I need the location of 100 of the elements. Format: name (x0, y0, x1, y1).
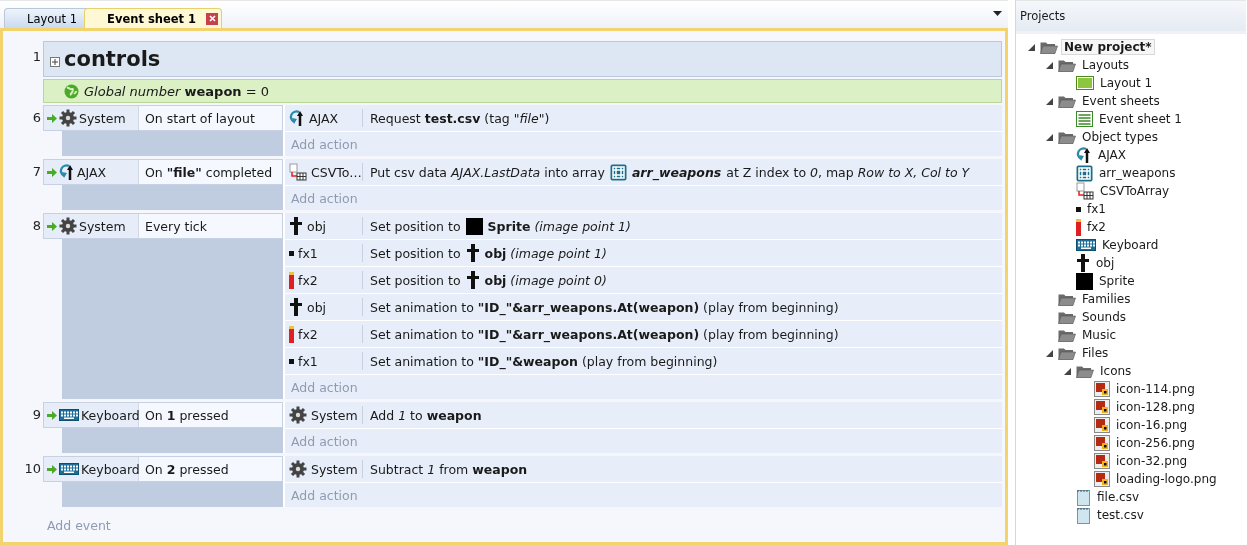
csv-table-icon (1076, 182, 1094, 200)
layout-icon (1076, 76, 1094, 90)
csv-table-icon (289, 163, 307, 181)
tree-item[interactable]: AJAX (1026, 146, 1246, 164)
tree-item[interactable]: Keyboard (1026, 236, 1246, 254)
tree-item[interactable]: Sprite (1026, 272, 1246, 290)
action-row[interactable]: AJAX Request test.csv (tag "file") (285, 105, 1002, 132)
action-row[interactable]: CSVTo… Put csv data AJAX.LastData into array arr_weapons at Z index to 0, map Row to X, Col to Y (285, 159, 1002, 186)
action-text: Subtract 1 from weapon (370, 461, 528, 477)
action-row[interactable]: fx2 Set position to obj (image point 0) (285, 267, 1002, 294)
file-icon (1076, 506, 1091, 524)
tree-item-label: Event sheet 1 (1098, 112, 1183, 126)
tree-item[interactable]: Music (1026, 326, 1246, 344)
tree-item-label: loading-logo.png (1115, 472, 1218, 486)
tree-item[interactable]: arr_weapons (1026, 164, 1246, 182)
expand-triangle-icon[interactable] (1045, 61, 1053, 69)
action-text: Set animation to "ID_"&arr_weapons.At(weapon) (play from beginning) (370, 326, 839, 342)
tree-item[interactable]: icon-114.png (1026, 380, 1246, 398)
tree-item[interactable]: Files (1026, 344, 1246, 362)
condition-row[interactable]: AJAX On "file" completed (43, 159, 283, 185)
circular-arrow-icon (59, 163, 75, 181)
tree-item-label: CSVToArray (1099, 184, 1171, 198)
tree-item-label: icon-256.png (1115, 436, 1196, 450)
action-row[interactable]: fx1 Set position to obj (image point 1) (285, 240, 1002, 267)
keyboard-icon (1076, 239, 1096, 251)
keyboard-icon (59, 463, 79, 475)
folder-icon (1058, 58, 1076, 72)
tree-item[interactable]: fx2 (1026, 218, 1246, 236)
tree-item[interactable]: Object types (1026, 128, 1246, 146)
tree-item[interactable]: icon-256.png (1026, 434, 1246, 452)
tree-item-label: Keyboard (1101, 238, 1160, 252)
action-row[interactable]: fx1 Set animation to "ID_"&weapon (play from beginning) (285, 348, 1002, 375)
action-text: at Z index to 0, map Row to X, Col to Y (726, 164, 970, 180)
tree-item[interactable]: New project* (1026, 38, 1246, 56)
close-icon[interactable] (206, 12, 219, 25)
tree-item[interactable]: icon-128.png (1026, 398, 1246, 416)
tree-item[interactable]: Icons (1026, 362, 1246, 380)
tree-item[interactable]: CSVToArray (1026, 182, 1246, 200)
global-variable-row[interactable]: Global number weapon = 0 (43, 79, 1002, 103)
tree-item[interactable]: Layouts (1026, 56, 1246, 74)
folder-icon (1058, 310, 1076, 324)
condition-row[interactable]: System On start of layout (43, 105, 283, 131)
expand-triangle-icon[interactable] (1027, 43, 1035, 51)
action-row[interactable]: obj Set position to Sprite (image point 1) (285, 213, 1002, 240)
circular-arrow-icon (289, 109, 305, 127)
tree-item[interactable]: Families (1026, 290, 1246, 308)
object-name: System (79, 110, 126, 126)
cross-icon (465, 243, 480, 263)
action-row[interactable]: System Add 1 to weapon (285, 402, 1002, 429)
globe-icon (64, 83, 79, 99)
image-file-icon (1094, 381, 1110, 397)
caret-icon[interactable] (993, 11, 1002, 16)
tree-item[interactable]: Event sheets (1026, 92, 1246, 110)
tab[interactable]: Event sheet 1 (84, 8, 223, 28)
square-icon (1076, 272, 1093, 290)
tree-item[interactable]: file.csv (1026, 488, 1246, 506)
event-number: 6 (31, 109, 42, 127)
tree-item[interactable]: icon-16.png (1026, 416, 1246, 434)
folder-icon (1058, 346, 1076, 360)
tree-item-label: arr_weapons (1098, 166, 1177, 180)
tree-item-label: Icons (1099, 364, 1133, 378)
tree-item[interactable]: Event sheet 1 (1026, 110, 1246, 128)
tree-item-label: Sprite (1098, 274, 1136, 288)
condition-row[interactable]: System Every tick (43, 213, 283, 239)
tree-item[interactable]: fx1 (1026, 200, 1246, 218)
action-text: Request test.csv (tag "file") (370, 110, 550, 126)
tree-item-label: Layouts (1081, 58, 1131, 72)
expand-triangle-icon[interactable] (1063, 367, 1071, 375)
object-name: CSVTo… (311, 164, 362, 180)
tree-item[interactable]: Sounds (1026, 308, 1246, 326)
image-file-icon (1094, 435, 1110, 451)
expand-triangle-icon[interactable] (1045, 97, 1053, 105)
tree-item[interactable]: test.csv (1026, 506, 1246, 524)
tree-item-label: icon-128.png (1115, 400, 1196, 414)
action-row[interactable]: fx2 Set animation to "ID_"&arr_weapons.At(weapon) (play from beginning) (285, 321, 1002, 348)
expand-triangle-icon[interactable] (1045, 349, 1053, 357)
folder-icon (1040, 40, 1058, 54)
cross-icon (465, 270, 480, 290)
object-reference: arr_weapons (631, 164, 722, 180)
tree-item-label: fx1 (1086, 202, 1107, 216)
group-header[interactable]: controls (43, 41, 1002, 77)
action-text: Set position to (370, 218, 461, 234)
object-name: fx2 (298, 272, 318, 288)
arrow-icon (47, 464, 57, 474)
bar-icon (1076, 218, 1081, 236)
group-title: controls (64, 47, 161, 71)
circular-arrow-icon (1076, 146, 1092, 164)
bar-icon (289, 325, 294, 343)
action-text: On start of layout (145, 110, 255, 126)
folder-icon (1058, 130, 1076, 144)
expand-triangle-icon[interactable] (1045, 133, 1053, 141)
tree-item[interactable]: Layout 1 (1026, 74, 1246, 92)
action-row[interactable]: obj Set animation to "ID_"&arr_weapons.At(weapon) (play from beginning) (285, 294, 1002, 321)
tree-item[interactable]: loading-logo.png (1026, 470, 1246, 488)
plus-box-icon[interactable] (50, 57, 60, 67)
tree-item[interactable]: obj (1026, 254, 1246, 272)
tree-item[interactable]: icon-32.png (1026, 452, 1246, 470)
action-row[interactable]: System Subtract 1 from weapon (285, 456, 1002, 483)
condition-row[interactable]: Keyboard On 2 pressed (43, 456, 283, 482)
condition-row[interactable]: Keyboard On 1 pressed (43, 402, 283, 428)
